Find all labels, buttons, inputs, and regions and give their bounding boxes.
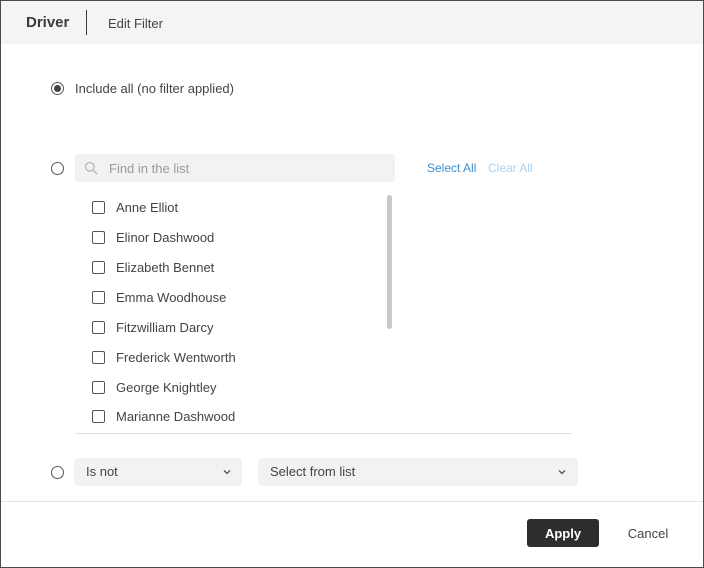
clear-all-link[interactable]: Clear All: [488, 161, 533, 175]
list-item-checkbox[interactable]: [92, 410, 105, 423]
dialog-header: Driver Edit Filter: [1, 1, 703, 44]
search-input[interactable]: [109, 154, 389, 182]
operator-select[interactable]: Is not: [74, 458, 242, 486]
list-item[interactable]: Elizabeth Bennet: [92, 258, 352, 278]
header-divider: [86, 10, 87, 35]
list-item-checkbox[interactable]: [92, 321, 105, 334]
list-item-label: Marianne Dashwood: [116, 409, 236, 424]
dialog-title: Driver: [26, 14, 70, 31]
list-item-label: Elizabeth Bennet: [116, 260, 215, 275]
apply-button[interactable]: Apply: [527, 519, 599, 547]
list-item-label: Anne Elliot: [116, 200, 179, 215]
list-item-checkbox[interactable]: [92, 381, 105, 394]
list-item-checkbox[interactable]: [92, 261, 105, 274]
search-icon: [84, 161, 98, 175]
chevron-down-icon: [223, 470, 231, 475]
list-item-label: Elinor Dashwood: [116, 230, 215, 245]
list-item-label: Emma Woodhouse: [116, 290, 227, 305]
dialog-subtitle: Edit Filter: [108, 16, 163, 31]
search-field[interactable]: [75, 154, 395, 182]
value-select-placeholder: Select from list: [270, 464, 356, 479]
select-all-link[interactable]: Select All: [427, 161, 476, 175]
list-item-checkbox[interactable]: [92, 351, 105, 364]
list-divider: [75, 433, 572, 434]
list-item-label: Fitzwilliam Darcy: [116, 320, 214, 335]
value-select[interactable]: Select from list: [258, 458, 578, 486]
operator-value: Is not: [86, 464, 118, 479]
list-item-checkbox[interactable]: [92, 231, 105, 244]
list-item[interactable]: Frederick Wentworth: [92, 348, 352, 368]
list-scrollbar[interactable]: [387, 195, 392, 329]
list-item-checkbox[interactable]: [92, 201, 105, 214]
chevron-down-icon: [558, 470, 566, 475]
list-item[interactable]: Elinor Dashwood: [92, 228, 352, 248]
condition-radio[interactable]: [51, 466, 64, 479]
include-all-label[interactable]: Include all (no filter applied): [75, 81, 234, 96]
include-all-radio[interactable]: [51, 82, 64, 95]
cancel-button[interactable]: Cancel: [617, 519, 679, 547]
list-item[interactable]: Fitzwilliam Darcy: [92, 318, 352, 338]
footer-divider: [1, 501, 703, 502]
list-item[interactable]: Anne Elliot: [92, 198, 352, 218]
list-item-label: Frederick Wentworth: [116, 350, 236, 365]
list-item[interactable]: Marianne Dashwood: [92, 407, 352, 427]
list-item[interactable]: George Knightley: [92, 378, 352, 398]
list-item[interactable]: Emma Woodhouse: [92, 288, 352, 308]
edit-filter-dialog: Driver Edit Filter Include all (no filte…: [0, 0, 704, 568]
list-selection-radio[interactable]: [51, 162, 64, 175]
list-item-label: George Knightley: [116, 380, 217, 395]
list-item-checkbox[interactable]: [92, 291, 105, 304]
